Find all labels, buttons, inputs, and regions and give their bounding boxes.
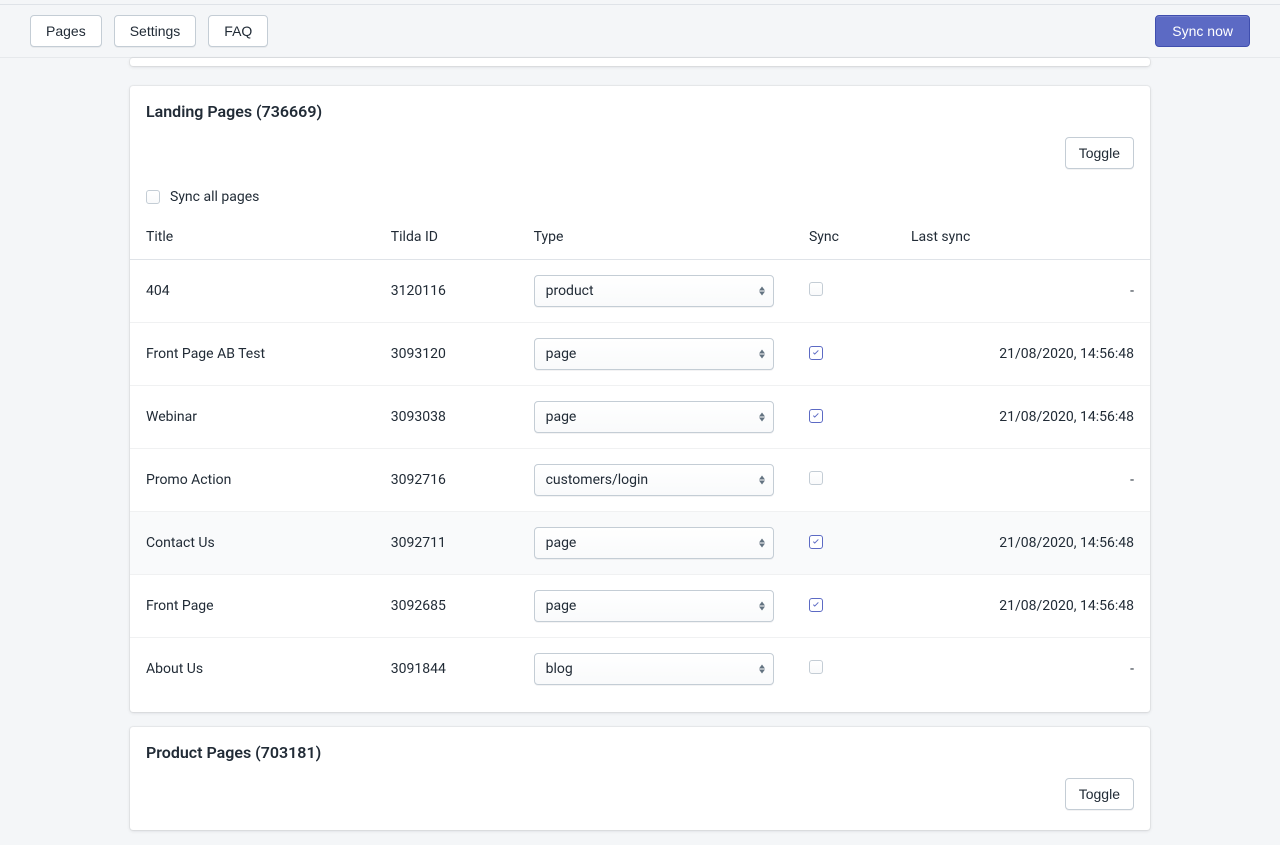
cell-last-sync: 21/08/2020, 14:56:48 [895,575,1150,638]
product-toggle-button[interactable]: Toggle [1065,778,1134,810]
type-select[interactable]: blog [534,653,774,685]
cell-tilda-id: 3091844 [375,638,518,701]
cell-last-sync: - [895,260,1150,323]
landing-toggle-row: Toggle [130,129,1150,189]
previous-card-bottom [130,58,1150,66]
cell-sync [793,386,895,449]
sync-checkbox[interactable] [809,471,823,485]
sync-now-button[interactable]: Sync now [1155,15,1250,47]
landing-pages-card: Landing Pages (736669) Toggle Sync all p… [130,86,1150,712]
cell-type: customers/login [518,449,793,512]
cell-type: page [518,575,793,638]
topbar: Pages Settings FAQ Sync now [0,4,1280,58]
cell-tilda-id: 3120116 [375,260,518,323]
cell-type: page [518,512,793,575]
type-select[interactable]: page [534,590,774,622]
product-toggle-row: Toggle [130,770,1150,830]
cell-title: Contact Us [130,512,375,575]
th-last-sync: Last sync [895,219,1150,260]
cell-last-sync: 21/08/2020, 14:56:48 [895,323,1150,386]
type-select[interactable]: customers/login [534,464,774,496]
cell-type: blog [518,638,793,701]
cell-tilda-id: 3093120 [375,323,518,386]
cell-sync [793,323,895,386]
sync-all-label: Sync all pages [170,189,259,205]
nav-tabs: Pages Settings FAQ [30,15,268,47]
cell-title: Front Page AB Test [130,323,375,386]
landing-pages-table: Title Tilda ID Type Sync Last sync 40431… [130,219,1150,700]
cell-sync [793,512,895,575]
sync-checkbox[interactable] [809,535,823,549]
content: Landing Pages (736669) Toggle Sync all p… [0,58,1280,830]
th-type: Type [518,219,793,260]
cell-title: Front Page [130,575,375,638]
cell-last-sync: 21/08/2020, 14:56:48 [895,512,1150,575]
product-pages-title: Product Pages (703181) [130,727,1150,770]
cell-type: page [518,323,793,386]
cell-last-sync: 21/08/2020, 14:56:48 [895,386,1150,449]
cell-sync [793,449,895,512]
cell-tilda-id: 3092685 [375,575,518,638]
type-select[interactable]: page [534,401,774,433]
cell-title: Promo Action [130,449,375,512]
table-row: Promo Action3092716 customers/login - [130,449,1150,512]
cell-tilda-id: 3092711 [375,512,518,575]
th-tilda-id: Tilda ID [375,219,518,260]
landing-toggle-button[interactable]: Toggle [1065,137,1134,169]
table-row: 4043120116 product - [130,260,1150,323]
sync-checkbox[interactable] [809,282,823,296]
table-row: Webinar3093038 page 21/08/2020, 14:56:48 [130,386,1150,449]
cell-sync [793,575,895,638]
sync-checkbox[interactable] [809,346,823,360]
cell-sync [793,638,895,701]
table-row: About Us3091844 blog - [130,638,1150,701]
sync-checkbox[interactable] [809,409,823,423]
cell-tilda-id: 3092716 [375,449,518,512]
type-select[interactable]: product [534,275,774,307]
sync-checkbox[interactable] [809,598,823,612]
cell-sync [793,260,895,323]
cell-last-sync: - [895,449,1150,512]
sync-all-checkbox[interactable] [146,190,160,204]
type-select[interactable]: page [534,338,774,370]
type-select[interactable]: page [534,527,774,559]
tab-faq[interactable]: FAQ [208,15,268,47]
product-pages-card: Product Pages (703181) Toggle [130,727,1150,830]
cell-type: page [518,386,793,449]
cell-title: Webinar [130,386,375,449]
cell-title: About Us [130,638,375,701]
cell-last-sync: - [895,638,1150,701]
landing-pages-title: Landing Pages (736669) [130,86,1150,129]
tab-pages[interactable]: Pages [30,15,102,47]
cell-tilda-id: 3093038 [375,386,518,449]
cell-type: product [518,260,793,323]
sync-checkbox[interactable] [809,660,823,674]
table-row: Contact Us3092711 page 21/08/2020, 14:56:4… [130,512,1150,575]
tab-settings[interactable]: Settings [114,15,197,47]
cell-title: 404 [130,260,375,323]
table-row: Front Page3092685 page 21/08/2020, 14:56:4… [130,575,1150,638]
sync-all-row: Sync all pages [130,189,1150,219]
table-row: Front Page AB Test3093120 page 21/08/2020,… [130,323,1150,386]
th-title: Title [130,219,375,260]
th-sync: Sync [793,219,895,260]
